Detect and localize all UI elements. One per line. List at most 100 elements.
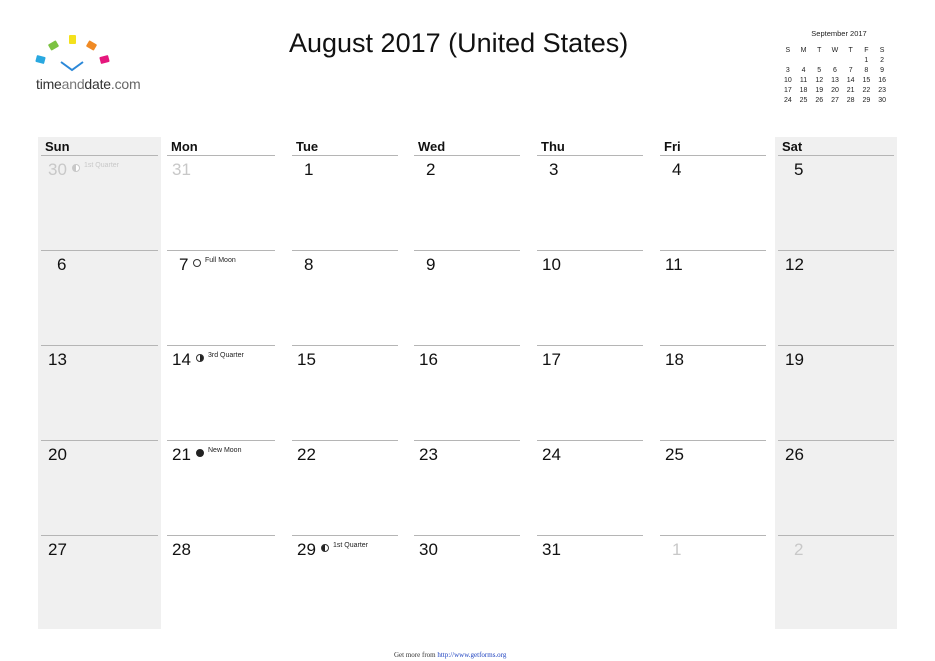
mini-calendar-day: 18 — [799, 86, 808, 94]
day-cell[interactable]: 2 — [775, 536, 897, 630]
weekday-header-mon: Mon — [171, 139, 198, 154]
day-cell[interactable]: 11 — [657, 251, 769, 345]
weekday-header-fri: Fri — [664, 139, 681, 154]
first-quarter-moon-icon — [72, 164, 80, 172]
mini-calendar-day: 14 — [846, 76, 855, 84]
weekday-header-thu: Thu — [541, 139, 565, 154]
day-cell[interactable]: 27 — [38, 536, 161, 630]
day-cell[interactable]: 2 — [411, 156, 523, 250]
day-number: 16 — [419, 350, 438, 369]
day-cell[interactable]: 14 3rd Quarter — [164, 346, 278, 440]
day-cell[interactable]: 5 — [775, 156, 897, 250]
mini-calendar-weekday-row: SMTWTFS — [780, 44, 890, 56]
mini-calendar-week: 10 11 12 13 14 15 16 — [780, 76, 890, 86]
mini-calendar-day: 7 — [848, 67, 853, 75]
day-cell[interactable]: 13 — [38, 346, 161, 440]
mini-calendar-day: 13 — [831, 76, 839, 84]
mini-calendar-day: 10 — [783, 76, 792, 84]
day-number: 14 — [172, 350, 191, 369]
weekday-header-sun: Sun — [45, 139, 70, 154]
mini-calendar-day — [811, 56, 827, 66]
day-cell[interactable]: 9 — [411, 251, 523, 345]
day-cell[interactable]: 22 — [289, 441, 401, 535]
mini-calendar-weekday: T — [848, 46, 853, 54]
mini-calendar-day: 26 — [815, 96, 824, 104]
mini-calendar-day: 17 — [783, 86, 792, 94]
moon-phase-label: 1st Quarter — [84, 162, 120, 169]
moon-phase-label: Full Moon — [205, 257, 236, 264]
day-cell[interactable]: 26 — [775, 441, 897, 535]
day-number: 20 — [48, 445, 67, 464]
day-cell[interactable]: 30 — [411, 536, 523, 630]
mini-calendar-day: 1 — [864, 57, 869, 65]
mini-calendar-day: 3 — [785, 67, 790, 75]
day-cell[interactable]: 25 — [657, 441, 769, 535]
mini-calendar-day: 28 — [846, 96, 855, 104]
day-number: 28 — [172, 540, 191, 559]
day-cell[interactable]: 30 1st Quarter — [38, 156, 161, 250]
full-moon-icon — [193, 259, 201, 267]
mini-calendar-day: 30 — [878, 96, 886, 104]
day-cell[interactable]: 7 Full Moon — [164, 251, 278, 345]
mini-calendar-title: September 2017 — [811, 29, 867, 38]
day-number: 2 — [794, 540, 804, 559]
day-number: 25 — [665, 445, 684, 464]
day-number: 29 — [297, 540, 316, 559]
day-cell[interactable]: 16 — [411, 346, 523, 440]
mini-calendar-day: 24 — [783, 96, 792, 104]
day-number: 17 — [542, 350, 561, 369]
timeanddate-logo: timeanddate.com — [35, 35, 156, 92]
day-cell[interactable]: 23 — [411, 441, 523, 535]
day-cell[interactable]: 8 — [289, 251, 401, 345]
day-cell[interactable]: 6 — [38, 251, 161, 345]
mini-calendar-week: 3 4 5 6 7 8 9 — [780, 66, 890, 76]
new-moon-icon — [196, 449, 204, 457]
mini-calendar-day: 16 — [878, 76, 886, 84]
day-number: 9 — [426, 255, 436, 274]
footer-link[interactable]: http://www.getforms.org — [437, 651, 506, 659]
day-cell[interactable]: 20 — [38, 441, 161, 535]
day-cell[interactable]: 4 — [657, 156, 769, 250]
day-cell[interactable]: 31 — [534, 536, 646, 630]
day-number: 31 — [172, 160, 191, 179]
day-number: 1 — [672, 540, 682, 559]
day-number: 24 — [542, 445, 561, 464]
mini-calendar-day: 29 — [862, 96, 871, 104]
day-cell[interactable]: 31 — [164, 156, 278, 250]
mini-calendar-day: 27 — [831, 96, 839, 104]
day-cell[interactable]: 21 New Moon — [164, 441, 278, 535]
mini-calendar-day: 11 — [799, 76, 808, 84]
day-cell[interactable]: 15 — [289, 346, 401, 440]
mini-calendar-weekday: T — [817, 46, 822, 54]
day-number: 1 — [304, 160, 314, 179]
day-cell[interactable]: 24 — [534, 441, 646, 535]
page-title: August 2017 (United States) — [289, 28, 629, 58]
day-cell[interactable]: 17 — [534, 346, 646, 440]
day-cell[interactable]: 1 — [289, 156, 401, 250]
weekday-header-sat: Sat — [782, 139, 803, 154]
day-cell[interactable]: 3 — [534, 156, 646, 250]
mini-calendar-day — [843, 56, 859, 66]
logo-wordmark: timeanddate.com — [36, 76, 141, 92]
footer-prefix: Get more from — [394, 651, 438, 659]
day-cell[interactable]: 28 — [164, 536, 278, 630]
day-cell[interactable]: 10 — [534, 251, 646, 345]
mini-calendar-day: 21 — [846, 86, 855, 94]
day-cell[interactable]: 18 — [657, 346, 769, 440]
day-cell[interactable]: 1 — [657, 536, 769, 630]
mini-calendar-day: 12 — [815, 76, 824, 84]
footer: Get more from http://www.getforms.org — [394, 651, 506, 659]
mini-calendar-day: 25 — [799, 96, 808, 104]
mini-calendar-weekday: F — [864, 46, 869, 54]
mini-calendar-day: 9 — [880, 67, 885, 75]
day-number: 11 — [665, 255, 683, 274]
mini-calendar-day: 22 — [862, 86, 871, 94]
day-number: 18 — [665, 350, 684, 369]
day-cell[interactable]: 12 — [775, 251, 897, 345]
logo-bar-icon — [69, 35, 76, 44]
mini-calendar-day: 15 — [862, 76, 871, 84]
day-cell[interactable]: 29 1st Quarter — [289, 536, 401, 630]
day-cell[interactable]: 19 — [775, 346, 897, 440]
moon-phase-label: 3rd Quarter — [208, 352, 244, 359]
logo-bar-icon — [47, 40, 60, 51]
